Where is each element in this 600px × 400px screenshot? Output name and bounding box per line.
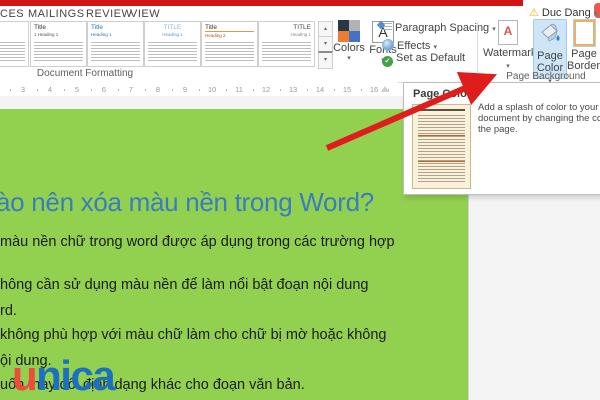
ruler-number: 5 — [74, 85, 80, 94]
horizontal-ruler: 3 4 5 6 7 8 9 10 11 12 13 14 15 16 — [0, 82, 397, 97]
style-set-thumbnail[interactable]: Title Heading 2 — [201, 21, 258, 67]
ruler-number: 3 — [20, 85, 26, 94]
document-text-line: không phù hợp với màu chữ làm cho chữ bị… — [0, 327, 387, 343]
effects-label: Effects — [397, 40, 431, 52]
check-icon: ✔ — [382, 56, 393, 67]
chevron-down-icon: ▾ — [433, 44, 438, 51]
page-color-tooltip: Page Color Add a splash of color to your… — [403, 82, 600, 195]
ruler-number: 6 — [101, 85, 107, 94]
style-set-thumbnail[interactable]: Title Heading 1 — [87, 21, 144, 67]
ruler-indent-marker[interactable] — [381, 86, 389, 92]
style-set-thumbnail[interactable]: TITLE Heading 1 — [144, 21, 201, 67]
page-borders-label-1: Page — [571, 48, 597, 60]
unica-logo: unica — [12, 352, 116, 399]
set-as-default-button[interactable]: ✔ Set as Default — [382, 52, 466, 67]
watermark-icon: A — [498, 20, 518, 45]
group-label-page-background: Page Background — [506, 71, 586, 82]
ruler-number: 16 — [369, 85, 379, 94]
ruler-number: 9 — [182, 85, 188, 94]
tooltip-title: Page Color — [413, 88, 472, 100]
chevron-down-icon: ▾ — [347, 55, 351, 62]
account-button[interactable]: ⚠ Duc Dang ▾ — [529, 6, 598, 19]
tooltip-description-line: Add a splash of color to your — [478, 102, 599, 113]
ruler-number: 4 — [47, 85, 53, 94]
style-set-thumbnail[interactable]: Title 1 Heading 1 — [30, 21, 87, 67]
ruler-number: 14 — [315, 85, 325, 94]
tooltip-description-line: the page. — [478, 124, 518, 135]
ruler-number: 8 — [155, 85, 161, 94]
ribbon-tab-view[interactable]: VIEW — [130, 8, 160, 20]
chevron-down-icon: ▾ — [506, 63, 510, 70]
ribbon-tab-review[interactable]: REVIEW — [86, 8, 132, 20]
ruler-number: 7 — [128, 85, 134, 94]
document-text-line: hông cần sử dụng màu nền để làm nổi bật … — [0, 277, 369, 293]
page-borders-icon — [572, 19, 596, 47]
group-label-document-formatting: Document Formatting — [36, 68, 134, 79]
document-text-line: màu nền chữ trong word được áp dụng tron… — [0, 234, 395, 250]
account-name: Duc Dang — [541, 7, 591, 19]
watermark-button[interactable]: A Watermark ▾ — [483, 19, 537, 77]
document-text-line: rd. — [0, 303, 17, 319]
page-color-label-1: Page — [537, 50, 563, 62]
style-gallery: TitleTitle1 Heading 1TitleHeading 1TITLE… — [0, 20, 316, 67]
document-heading: ào nên xóa màu nền trong Word? — [0, 187, 374, 217]
colors-button[interactable]: Colors ▾ — [331, 20, 367, 62]
chevron-down-icon: ▾ — [593, 9, 598, 18]
ruler-number: 11 — [235, 85, 243, 94]
warning-icon: ⚠ — [529, 7, 539, 19]
effects-button[interactable]: Effects ▾ — [382, 37, 437, 52]
ruler-number: 15 — [342, 85, 352, 94]
ruler-number: 12 — [261, 85, 271, 94]
top-red-bar — [0, 0, 523, 6]
set-as-default-label: Set as Default — [396, 52, 466, 64]
paragraph-spacing-button[interactable]: Paragraph Spacing ▾ — [381, 22, 496, 34]
tooltip-preview-thumbnail — [412, 104, 471, 189]
paragraph-spacing-label: Paragraph Spacing — [395, 22, 490, 34]
page-borders-button[interactable]: Page Borders — [567, 19, 600, 77]
ribbon-tab-ces[interactable]: CES — [0, 8, 24, 20]
ruler-number: 10 — [207, 85, 217, 94]
style-set-thumbnail[interactable]: TITLE Heading 1 — [258, 21, 315, 67]
colors-label: Colors — [333, 42, 365, 54]
watermark-label: Watermark — [483, 47, 537, 59]
group-divider — [477, 22, 478, 72]
tooltip-description-line: document by changing the color of — [478, 113, 600, 124]
ruler-number: 13 — [288, 85, 298, 94]
word-window: ⚠Duc Dang▾ TitleTitle1 Heading 1TitleHea… — [0, 0, 600, 400]
ribbon-tab-mailings[interactable]: MAILINGS — [28, 8, 85, 20]
paint-bucket-icon — [534, 21, 566, 48]
effects-icon — [382, 39, 394, 51]
paragraph-spacing-icon — [381, 23, 392, 32]
page-color-button[interactable]: Page Color ▾ — [533, 19, 567, 85]
style-set-thumbnail[interactable]: Title — [0, 21, 29, 67]
document-page[interactable]: ào nên xóa màu nền trong Word? màu nền c… — [0, 109, 469, 400]
colors-icon — [338, 20, 360, 42]
tooltip-description: Add a splash of color to your document by… — [478, 102, 600, 135]
